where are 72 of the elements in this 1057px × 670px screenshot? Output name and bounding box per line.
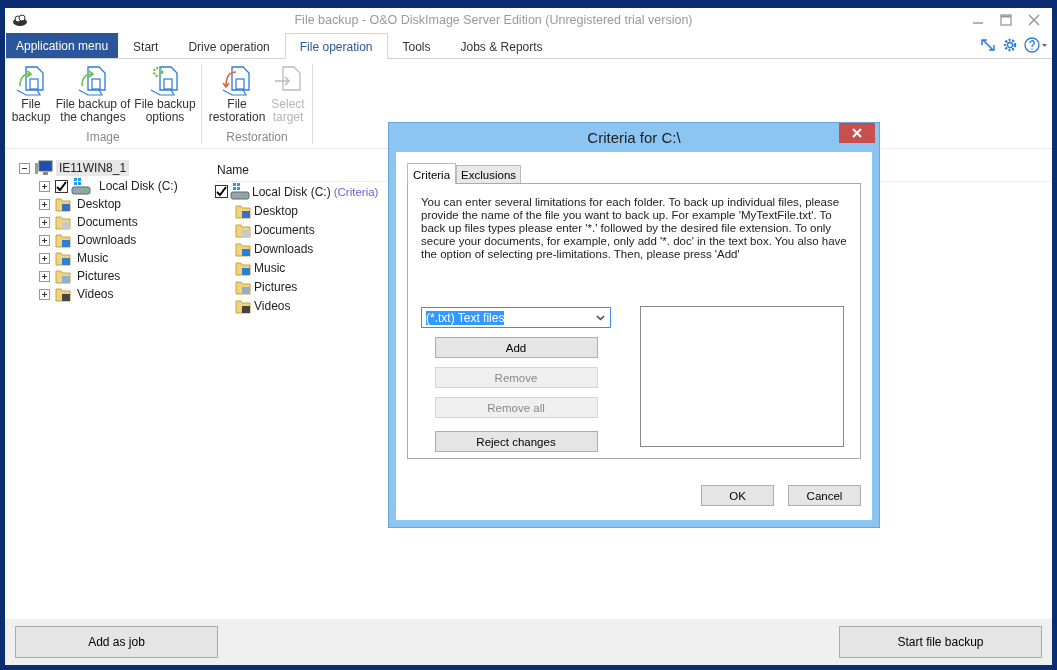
- tree-item[interactable]: Downloads: [75, 233, 139, 247]
- ribbon-tab[interactable]: Drive operation: [173, 33, 285, 59]
- folder-icon: [235, 221, 252, 238]
- expand-icon[interactable]: [39, 288, 50, 300]
- window-title: File backup - O&O DiskImage Server Edition (Unregistered trial version): [293, 13, 694, 27]
- expand-icon[interactable]: [39, 270, 50, 282]
- folder-icon: [55, 232, 72, 248]
- ribbon-tab[interactable]: Start: [118, 33, 174, 59]
- action-button[interactable]: Reject changes: [434, 431, 598, 452]
- folder-icon: [235, 259, 252, 276]
- checkbox[interactable]: [215, 185, 228, 198]
- close-button[interactable]: [839, 123, 875, 143]
- chevron-down-icon: [596, 314, 605, 321]
- list-item[interactable]: Downloads: [254, 241, 314, 256]
- folder-icon: [55, 268, 72, 284]
- list-item[interactable]: Music: [254, 260, 286, 275]
- drive-icon: [71, 177, 91, 195]
- folder-icon: [55, 196, 72, 212]
- tree-item[interactable]: IE11WIN8_1: [56, 160, 130, 176]
- expand-icon[interactable]: [39, 252, 50, 264]
- tree-item[interactable]: Videos: [75, 287, 116, 301]
- folder-icon: [55, 214, 72, 230]
- expand-icon[interactable]: [39, 198, 50, 210]
- action-button[interactable]: Add: [434, 337, 598, 358]
- ok-button[interactable]: OK: [701, 485, 774, 506]
- folder-icon: [235, 240, 252, 257]
- checkbox[interactable]: [55, 179, 68, 193]
- expand-icon[interactable]: [39, 216, 50, 228]
- folder-icon: [55, 250, 72, 266]
- folder-icon: [235, 202, 252, 219]
- cancel-button[interactable]: Cancel: [788, 485, 861, 506]
- ribbon-tab[interactable]: File operation: [284, 33, 388, 59]
- criteria-list[interactable]: [640, 306, 844, 447]
- ribbon-tab[interactable]: Tools: [387, 33, 446, 59]
- list-item[interactable]: Desktop: [254, 203, 299, 218]
- list-item[interactable]: Local Disk (C:): [252, 184, 331, 199]
- tree-item[interactable]: Pictures: [75, 269, 123, 283]
- ribbon-tab[interactable]: Jobs & Reports: [445, 33, 558, 59]
- add-as-job-button[interactable]: Add as job: [15, 626, 218, 658]
- tree-item[interactable]: Local Disk (C:): [97, 179, 180, 193]
- help-icon[interactable]: [1024, 37, 1048, 53]
- folder-icon: [235, 278, 252, 295]
- ribbon-group-label: Image: [86, 130, 120, 144]
- start-backup-button[interactable]: Start file backup: [839, 626, 1042, 658]
- close-icon: [852, 128, 862, 138]
- folder-icon: [235, 297, 252, 314]
- ribbon-button[interactable]: File backup: [9, 64, 53, 124]
- list-item[interactable]: Documents: [254, 222, 315, 237]
- close-icon[interactable]: [1028, 14, 1040, 26]
- computer-icon: [35, 160, 53, 176]
- ribbon-button[interactable]: File backup options: [133, 64, 197, 124]
- settings-icon[interactable]: [1002, 37, 1018, 53]
- application-menu-tab[interactable]: Application menu: [6, 33, 119, 58]
- dialog-tab[interactable]: Criteria: [407, 163, 457, 184]
- list-item[interactable]: Videos: [254, 298, 291, 313]
- folder-icon: [55, 286, 72, 302]
- app-logo-icon: [12, 13, 28, 27]
- criteria-link[interactable]: (Criteria): [333, 185, 379, 198]
- list-item[interactable]: Pictures: [254, 279, 298, 294]
- ribbon-button[interactable]: File backup of the changes: [53, 64, 133, 124]
- collapse-icon[interactable]: [19, 162, 30, 174]
- tree-item[interactable]: Music: [75, 251, 111, 265]
- criteria-description: You can enter several limitations for each folder. To back up individual files, please provide the name of the file you want to back up. For example 'MyTextFile.txt'. To back up files types please enter '*.' followed by the desired file extension. To only secure your documents, for example, only add '*. doc' in the text box. You also have the option of selecting pre-limitations. Then, please press 'Add': [421, 196, 847, 261]
- dialog-title: Criteria for C:\: [587, 129, 681, 146]
- drive-icon: [230, 183, 250, 200]
- expand-icon[interactable]: [39, 180, 50, 192]
- maximize-icon[interactable]: [1000, 14, 1012, 26]
- ribbon-group-label: Restoration: [226, 130, 288, 144]
- tree-item[interactable]: Desktop: [75, 197, 124, 211]
- tree-item[interactable]: Documents: [75, 215, 140, 229]
- ribbon-button[interactable]: File restoration: [206, 64, 268, 124]
- expand-icon[interactable]: [39, 234, 50, 246]
